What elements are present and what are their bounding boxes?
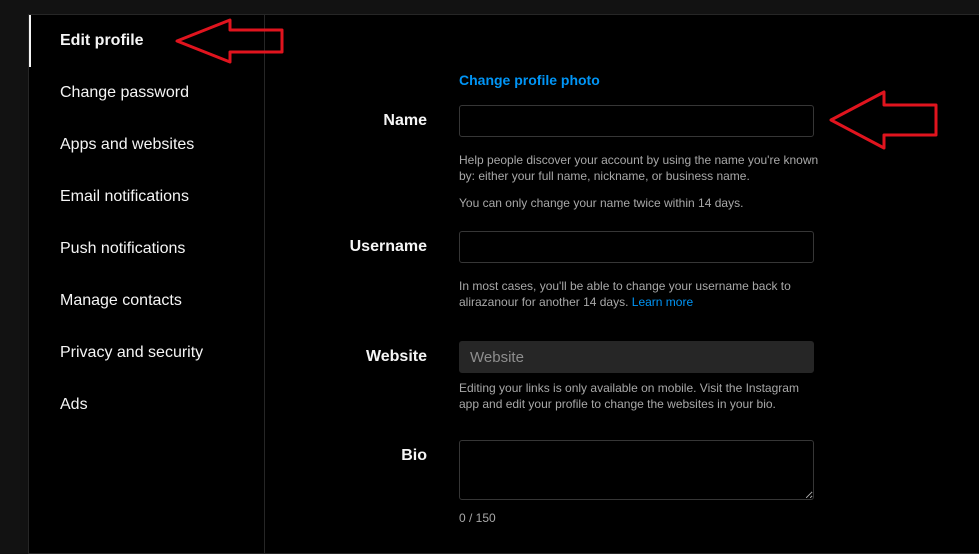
bio-character-counter: 0 / 150 <box>459 511 496 525</box>
name-help-text: Help people discover your account by usi… <box>459 153 819 183</box>
sidebar-item-label: Manage contacts <box>60 292 182 309</box>
website-input <box>459 341 814 373</box>
username-help-message: In most cases, you'll be able to change … <box>459 279 791 309</box>
name-label: Name <box>383 112 427 129</box>
username-label: Username <box>349 238 427 255</box>
sidebar-item-apps-and-websites[interactable]: Apps and websites <box>29 119 265 171</box>
sidebar-item-label: Email notifications <box>60 188 189 205</box>
bio-label: Bio <box>401 447 427 464</box>
annotation-arrow-icon <box>829 90 938 150</box>
sidebar-item-label: Privacy and security <box>60 344 204 361</box>
sidebar-item-manage-contacts[interactable]: Manage contacts <box>29 275 265 327</box>
sidebar-item-ads[interactable]: Ads <box>29 379 265 431</box>
sidebar-item-push-notifications[interactable]: Push notifications <box>29 223 265 275</box>
sidebar-item-label: Edit profile <box>60 32 144 49</box>
sidebar-item-label: Ads <box>60 396 88 413</box>
learn-more-link[interactable]: Learn more <box>632 295 693 309</box>
bio-textarea[interactable] <box>459 440 814 500</box>
username-input[interactable] <box>459 231 814 263</box>
username-help-text: In most cases, you'll be able to change … <box>459 278 819 310</box>
sidebar-item-privacy-and-security[interactable]: Privacy and security <box>29 327 265 379</box>
website-label: Website <box>365 348 427 365</box>
sidebar-item-label: Apps and websites <box>60 136 195 153</box>
website-help-text: Editing your links is only available on … <box>459 381 799 411</box>
settings-sidebar: Edit profile Change password Apps and we… <box>29 15 265 553</box>
name-change-limit-text: You can only change your name twice with… <box>459 196 744 210</box>
annotation-arrow-icon <box>175 18 284 64</box>
name-input[interactable] <box>459 105 814 137</box>
sidebar-item-label: Push notifications <box>60 240 186 257</box>
sidebar-item-change-password[interactable]: Change password <box>29 67 265 119</box>
sidebar-item-label: Change password <box>60 84 189 101</box>
change-profile-photo-link[interactable]: Change profile photo <box>459 72 600 88</box>
sidebar-item-email-notifications[interactable]: Email notifications <box>29 171 265 223</box>
